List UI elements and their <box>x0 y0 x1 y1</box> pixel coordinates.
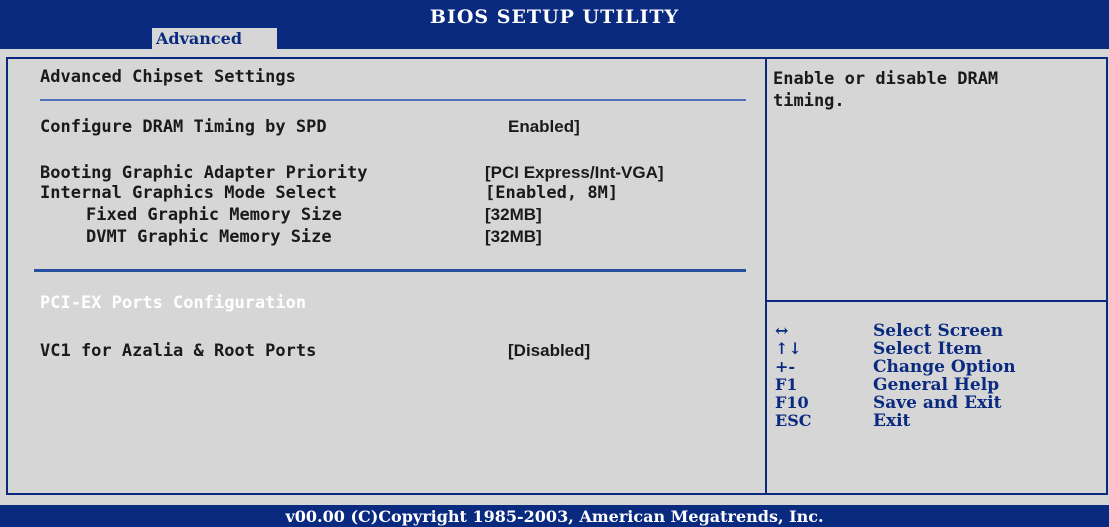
left-right-arrow-icon: ↔ <box>775 321 789 340</box>
legend-desc: Save and Exit <box>873 393 1002 413</box>
setting-label-vc1[interactable]: VC1 for Azalia & Root Ports <box>40 341 316 361</box>
legend-key-f1: F1 <box>775 375 798 394</box>
setting-label-graphic-priority[interactable]: Booting Graphic Adapter Priority <box>40 163 368 183</box>
subsection-rule <box>34 269 746 272</box>
subsection-title[interactable]: PCI-EX Ports Configuration <box>40 293 306 313</box>
setting-value-graphics-mode[interactable]: [Enabled, 8M] <box>485 183 618 203</box>
legend-desc: Change Option <box>873 357 1016 377</box>
setting-label-graphics-mode[interactable]: Internal Graphics Mode Select <box>40 183 337 203</box>
setting-value-vc1[interactable]: [Disabled] <box>508 341 590 361</box>
panel-divider <box>765 59 767 493</box>
section-rule <box>40 99 746 101</box>
up-down-arrow-icon: ↑↓ <box>775 339 802 358</box>
legend-desc: Select Item <box>873 339 983 359</box>
setting-value-dram-timing[interactable]: Enabled] <box>508 117 580 137</box>
setting-label-dram-timing[interactable]: Configure DRAM Timing by SPD <box>40 117 327 137</box>
help-divider <box>767 300 1106 302</box>
setting-value-fixed-memory[interactable]: [32MB] <box>485 205 542 225</box>
setting-label-dvmt-memory[interactable]: DVMT Graphic Memory Size <box>86 227 332 247</box>
bios-title: BIOS SETUP UTILITY <box>429 6 680 28</box>
setting-value-dvmt-memory[interactable]: [32MB] <box>485 227 542 247</box>
legend-key-f10: F10 <box>775 393 809 412</box>
legend-key-esc: ESC <box>775 411 812 430</box>
section-title: Advanced Chipset Settings <box>40 67 296 87</box>
setting-label-fixed-memory[interactable]: Fixed Graphic Memory Size <box>86 205 342 225</box>
help-text: Enable or disable DRAM timing. <box>773 69 999 111</box>
legend-desc: Exit <box>873 411 911 431</box>
setting-value-graphic-priority[interactable]: [PCI Express/Int-VGA] <box>485 163 664 183</box>
tab-advanced[interactable]: Advanced <box>152 28 277 49</box>
plus-minus-icon: +- <box>775 357 796 376</box>
copyright-text: v00.00 (C)Copyright 1985-2003, American … <box>285 507 824 526</box>
legend-desc: General Help <box>873 375 1000 395</box>
legend-desc: Select Screen <box>873 321 1004 341</box>
